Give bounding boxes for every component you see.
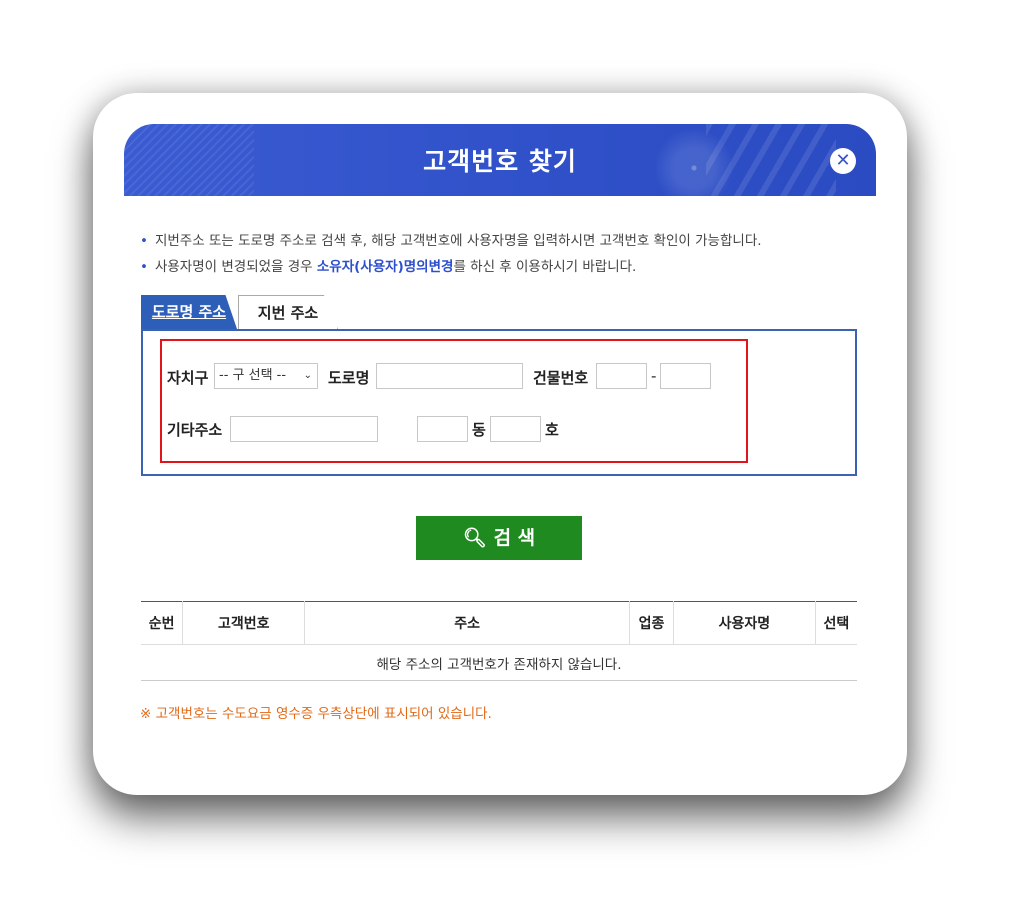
road-label: 도로명 xyxy=(328,369,370,387)
header-cell: 순번 xyxy=(141,601,183,645)
table-header-row: 순번 고객번호 주소 업종 사용자명 선택 xyxy=(141,601,857,645)
dialog-title: 고객번호 찾기 xyxy=(423,147,577,176)
ho-label: 호 xyxy=(545,421,559,439)
building-sub-number-input[interactable] xyxy=(660,363,711,389)
highlight-box xyxy=(160,339,748,463)
header-cell: 주소 xyxy=(304,601,630,645)
dong-input[interactable] xyxy=(417,416,468,442)
tab-lot-address[interactable]: 지번 주소 xyxy=(238,295,338,329)
building-main-number-input[interactable] xyxy=(596,363,647,389)
header-cell: 선택 xyxy=(814,601,857,645)
close-icon[interactable]: ✕ xyxy=(830,148,856,174)
road-name-input[interactable] xyxy=(376,363,523,389)
search-icon: 🔍︎ xyxy=(462,527,487,549)
footnote: ※ 고객번호는 수도요금 영수증 우측상단에 표시되어 있습니다. xyxy=(140,706,492,722)
building-label: 건물번호 xyxy=(533,369,589,387)
other-address-input[interactable] xyxy=(230,416,378,442)
header-cell: 고객번호 xyxy=(182,601,305,645)
other-address-label: 기타주소 xyxy=(167,421,223,439)
tab-road-address[interactable]: 도로명 주소 xyxy=(141,295,237,329)
notice-line: • 지번주소 또는 도로명 주소로 검색 후, 해당 고객번호에 사용자명을 입력… xyxy=(140,233,762,249)
table-row: 해당 주소의 고객번호가 존재하지 않습니다. xyxy=(141,644,857,681)
chevron-down-icon: ⌄ xyxy=(303,370,312,381)
bullet-icon: • xyxy=(140,259,148,275)
empty-message: 해당 주소의 고객번호가 존재하지 않습니다. xyxy=(141,644,857,681)
district-select[interactable]: -- 구 선택 -- ⌄ xyxy=(214,363,318,389)
header-cell: 사용자명 xyxy=(673,601,816,645)
owner-change-link[interactable]: 소유자(사용자)명의변경 xyxy=(317,259,454,275)
building-dash: - xyxy=(651,367,657,385)
header-cell: 업종 xyxy=(628,601,674,645)
notice-line: • 사용자명이 변경되었을 경우 소유자(사용자)명의변경를 하신 후 이용하시기… xyxy=(140,259,637,275)
bullet-icon: • xyxy=(140,233,148,249)
search-button[interactable]: 🔍︎ 검 색 xyxy=(416,516,582,560)
district-label: 자치구 xyxy=(167,369,209,387)
ho-input[interactable] xyxy=(490,416,541,442)
results-table: 순번 고객번호 주소 업종 사용자명 선택 해당 주소의 고객번호가 존재하지 … xyxy=(141,601,857,681)
dong-label: 동 xyxy=(472,421,486,439)
dialog-header: 고객번호 찾기 xyxy=(124,124,876,196)
